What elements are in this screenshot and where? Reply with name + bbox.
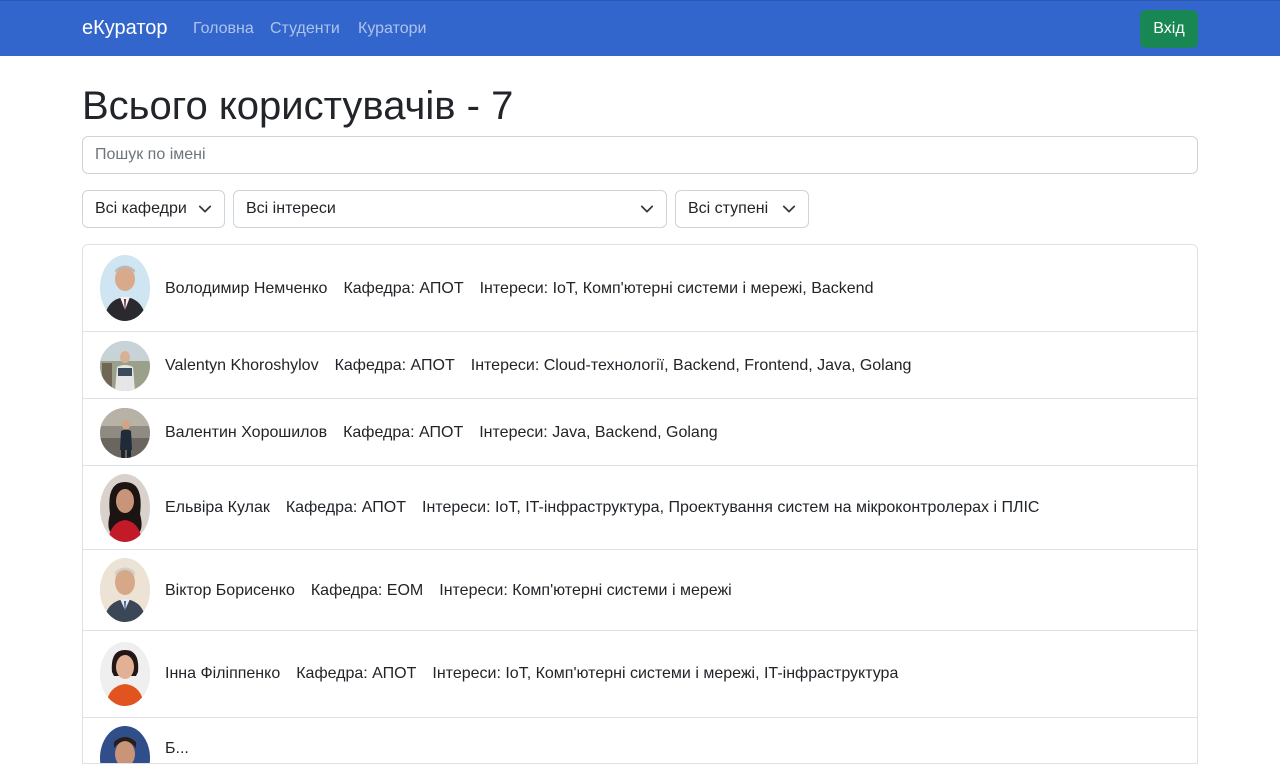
login-button[interactable]: Вхід: [1140, 10, 1198, 48]
degree-select-value: Всі ступені: [688, 200, 769, 217]
user-info: Інна Філіппенко Кафедра: АПОТ Інтереси: Io…: [165, 665, 914, 683]
user-name[interactable]: Б...: [165, 740, 189, 757]
degree-select[interactable]: Всі ступені: [675, 190, 809, 228]
user-interests: Інтереси: Java, Backend, Golang: [479, 424, 718, 441]
user-name[interactable]: Валентин Хорошилов: [165, 424, 327, 441]
user-interests: Інтереси: IoT, IT-інфраструктура, Проект…: [422, 499, 1040, 516]
avatar: [100, 726, 150, 763]
user-department: Кафедра: ЕОМ: [310, 582, 424, 599]
avatar: [100, 341, 150, 391]
nav-link-home[interactable]: Головна: [193, 20, 254, 38]
user-department: Кафедра: АПОТ: [343, 280, 464, 297]
brand-logo[interactable]: еКуратор: [82, 17, 168, 40]
search-input[interactable]: [82, 136, 1198, 174]
chevron-down-icon: [198, 205, 212, 213]
department-select-value: Всі кафедри: [95, 200, 187, 217]
list-item[interactable]: Валентин Хорошилов Кафедра: АПОТ Інтереси:…: [83, 399, 1197, 466]
navbar: еКуратор Головна Студенти Куратори Вхід: [0, 0, 1280, 56]
list-item[interactable]: Інна Філіппенко Кафедра: АПОТ Інтереси: Io…: [83, 631, 1197, 718]
avatar: [100, 642, 150, 706]
page-title: Всього користувачів - 7: [82, 84, 514, 128]
interests-select[interactable]: Всі інтереси: [233, 190, 667, 228]
user-info: Володимир Немченко Кафедра: АПОТ Інтереси:…: [165, 280, 889, 298]
user-name[interactable]: Інна Філіппенко: [165, 665, 280, 682]
user-info: Валентин Хорошилов Кафедра: АПОТ Інтереси:…: [165, 424, 734, 442]
user-department: Кафедра: АПОТ: [343, 424, 464, 441]
interests-select-value: Всі інтереси: [246, 200, 336, 217]
user-name[interactable]: Valentyn Khoroshylov: [165, 357, 319, 374]
avatar: [100, 255, 150, 321]
avatar: [100, 408, 150, 458]
user-department: Кафедра: АПОТ: [334, 357, 455, 374]
department-select[interactable]: Всі кафедри: [82, 190, 225, 228]
user-interests: Інтереси: IoT, Комп'ютерні системи і мер…: [479, 280, 874, 297]
user-name[interactable]: Володимир Немченко: [165, 280, 327, 297]
nav-link-curators[interactable]: Куратори: [358, 20, 426, 38]
user-name[interactable]: Віктор Борисенко: [165, 582, 295, 599]
user-interests: Інтереси: Комп'ютерні системи і мережі: [439, 582, 732, 599]
list-item[interactable]: Б...: [83, 718, 1197, 763]
list-item[interactable]: Володимир Немченко Кафедра: АПОТ Інтереси:…: [83, 245, 1197, 332]
avatar: [100, 474, 150, 542]
user-interests: Інтереси: Cloud-технології, Backend, Fro…: [470, 357, 912, 374]
user-interests: Інтереси: IoT, Комп'ютерні системи і мер…: [432, 665, 899, 682]
list-item[interactable]: Valentyn Khoroshylov Кафедра: АПОТ Інтерес…: [83, 332, 1197, 399]
chevron-down-icon: [782, 205, 796, 213]
user-info: Б...: [165, 740, 237, 758]
chevron-down-icon: [640, 205, 654, 213]
user-info: Віктор Борисенко Кафедра: ЕОМ Інтереси: Ко…: [165, 582, 748, 600]
user-info: Ельвіра Кулак Кафедра: АПОТ Інтереси: IoT,…: [165, 499, 1055, 517]
list-item[interactable]: Ельвіра Кулак Кафедра: АПОТ Інтереси: IoT,…: [83, 466, 1197, 550]
user-info: Valentyn Khoroshylov Кафедра: АПОТ Інтерес…: [165, 357, 927, 375]
user-name[interactable]: Ельвіра Кулак: [165, 499, 270, 516]
user-department: Кафедра: АПОТ: [285, 499, 407, 516]
user-list: Володимир Немченко Кафедра: АПОТ Інтереси:…: [82, 244, 1198, 764]
nav-link-students[interactable]: Студенти: [270, 20, 340, 38]
list-item[interactable]: Віктор Борисенко Кафедра: ЕОМ Інтереси: Ко…: [83, 550, 1197, 631]
user-department: Кафедра: АПОТ: [296, 665, 417, 682]
avatar: [100, 558, 150, 622]
